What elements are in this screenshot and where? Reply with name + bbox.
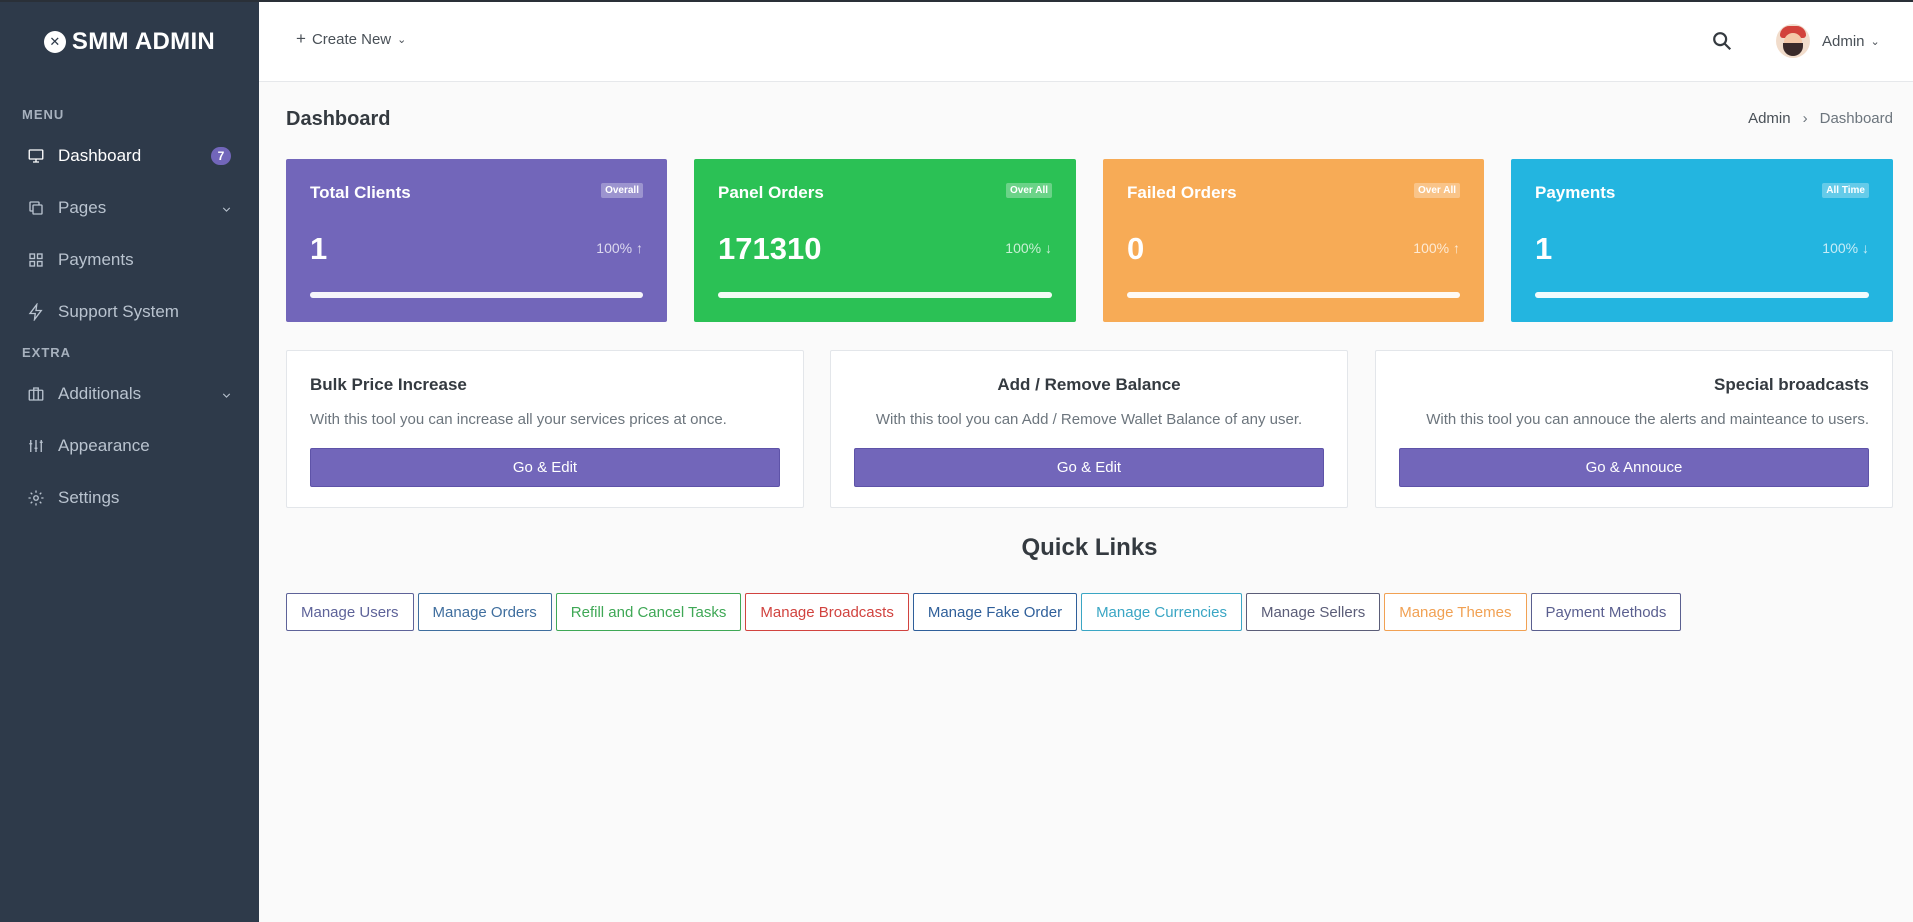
- menu-section-title: MENU: [22, 107, 65, 122]
- stat-card-percent: 100% ↑: [1413, 240, 1460, 256]
- sidebar-item-label: Dashboard: [58, 146, 142, 165]
- arrow-up-icon: ↑: [1453, 240, 1460, 256]
- create-new-dropdown[interactable]: + Create New ⌄: [296, 29, 406, 49]
- stat-card-value: 1: [310, 231, 328, 266]
- sidebar-item-pages[interactable]: Pages: [0, 182, 259, 234]
- chevron-down-icon: [220, 387, 233, 407]
- sidebar-item-label: Support System: [58, 302, 179, 321]
- copy-icon: [26, 198, 46, 218]
- stat-card-title: Failed Orders: [1127, 183, 1237, 202]
- briefcase-icon: [26, 384, 46, 404]
- breadcrumb-current: Dashboard: [1819, 110, 1893, 127]
- search-icon: [1713, 32, 1732, 51]
- breadcrumb-admin-link[interactable]: Admin: [1748, 110, 1791, 127]
- sidebar: ✕ SMM ADMIN MENU Dashboard 7 Pages Payme…: [0, 0, 259, 922]
- stat-card-value: 0: [1127, 231, 1145, 266]
- tool-card-description: With this tool you can Add / Remove Wall…: [875, 411, 1303, 428]
- stat-card-progress: [310, 292, 643, 298]
- brand[interactable]: ✕ SMM ADMIN: [0, 0, 259, 84]
- stat-card-percent: 100% ↑: [596, 240, 643, 256]
- sidebar-item-settings[interactable]: Settings: [0, 472, 259, 524]
- bulk-price-go-edit-button[interactable]: Go & Edit: [310, 448, 780, 487]
- stat-card-value: 171310: [718, 231, 822, 266]
- breadcrumb-separator-icon: ›: [1802, 110, 1808, 127]
- avatar: [1776, 24, 1810, 58]
- stat-card-progress: [1535, 292, 1869, 298]
- tool-card-broadcasts: Special broadcasts With this tool you ca…: [1375, 350, 1893, 508]
- topbar: + Create New ⌄ Admin ⌄: [259, 2, 1913, 82]
- chevron-down-icon: ⌄: [1870, 35, 1880, 48]
- quick-link-refill-and-cancel-tasks[interactable]: Refill and Cancel Tasks: [555, 593, 742, 631]
- stat-card-payments: Payments All Time 1 100% ↓: [1511, 159, 1893, 322]
- search-button[interactable]: [1711, 30, 1737, 56]
- stat-card-tag: Overall: [601, 183, 643, 198]
- user-menu[interactable]: Admin ⌄: [1776, 24, 1880, 58]
- grid-icon: [26, 250, 46, 270]
- arrow-up-icon: ↑: [636, 240, 643, 256]
- extra-section-title: EXTRA: [22, 345, 72, 360]
- quick-link-manage-fake-order[interactable]: Manage Fake Order: [912, 593, 1078, 631]
- sidebar-item-label: Payments: [58, 250, 134, 269]
- stat-card-failed-orders: Failed Orders Over All 0 100% ↑: [1103, 159, 1484, 322]
- quick-links-row: Manage Users Manage Orders Refill and Canc…: [286, 593, 1685, 631]
- plus-icon: +: [296, 29, 306, 48]
- sidebar-item-support-system[interactable]: Support System: [0, 286, 259, 338]
- tool-card-bulk-price: Bulk Price Increase With this tool you c…: [286, 350, 804, 508]
- page-title: Dashboard: [286, 108, 391, 130]
- sliders-icon: [26, 436, 46, 456]
- arrow-down-icon: ↓: [1045, 240, 1052, 256]
- quick-link-manage-sellers[interactable]: Manage Sellers: [1245, 593, 1381, 631]
- stat-card-progress: [718, 292, 1052, 298]
- brand-name: SMM ADMIN: [71, 28, 216, 55]
- quick-link-manage-users[interactable]: Manage Users: [286, 593, 414, 631]
- zap-icon: [26, 302, 46, 322]
- stat-card-title: Panel Orders: [718, 183, 824, 202]
- tool-card-title: Special broadcasts: [1714, 375, 1869, 394]
- dashboard-badge: 7: [211, 147, 231, 165]
- quick-link-payment-methods[interactable]: Payment Methods: [1530, 593, 1682, 631]
- sidebar-item-label: Pages: [58, 198, 107, 217]
- stat-card-total-clients: Total Clients Overall 1 100% ↑: [286, 159, 667, 322]
- sidebar-item-additionals[interactable]: Additionals: [0, 368, 259, 420]
- quick-links-title: Quick Links: [1021, 534, 1158, 561]
- stat-card-tag: All Time: [1822, 183, 1869, 198]
- tool-card-balance: Add / Remove Balance With this tool you …: [830, 350, 1348, 508]
- stat-card-tag: Over All: [1006, 183, 1052, 198]
- arrow-down-icon: ↓: [1862, 240, 1869, 256]
- balance-go-edit-button[interactable]: Go & Edit: [854, 448, 1324, 487]
- create-new-label: Create New: [311, 30, 392, 48]
- quick-link-manage-broadcasts[interactable]: Manage Broadcasts: [745, 593, 909, 631]
- sidebar-item-payments[interactable]: Payments: [0, 234, 259, 286]
- stat-card-panel-orders: Panel Orders Over All 171310 100% ↓: [694, 159, 1076, 322]
- stat-card-percent: 100% ↓: [1005, 240, 1052, 256]
- chevron-down-icon: [220, 201, 233, 221]
- sidebar-item-label: Appearance: [58, 436, 150, 455]
- stat-card-value: 1: [1535, 231, 1553, 266]
- tool-card-title: Bulk Price Increase: [310, 375, 467, 394]
- gear-icon: [26, 488, 46, 508]
- stat-card-progress: [1127, 292, 1460, 298]
- stat-card-title: Total Clients: [310, 183, 411, 202]
- sidebar-item-appearance[interactable]: Appearance: [0, 420, 259, 472]
- quick-link-manage-currencies[interactable]: Manage Currencies: [1081, 593, 1242, 631]
- tool-card-description: With this tool you can annouce the alert…: [1426, 411, 1869, 428]
- quick-link-manage-themes[interactable]: Manage Themes: [1384, 593, 1527, 631]
- tool-card-title: Add / Remove Balance: [997, 375, 1181, 394]
- breadcrumb: Admin › Dashboard: [1748, 110, 1893, 127]
- chevron-down-icon: ⌄: [397, 33, 407, 46]
- stat-card-tag: Over All: [1414, 183, 1460, 198]
- sidebar-item-dashboard[interactable]: Dashboard 7: [0, 130, 259, 182]
- user-name: Admin: [1822, 32, 1865, 50]
- stat-card-percent: 100% ↓: [1822, 240, 1869, 256]
- tool-card-description: With this tool you can increase all your…: [310, 411, 727, 428]
- stat-card-title: Payments: [1535, 183, 1616, 202]
- sidebar-item-label: Additionals: [58, 384, 142, 403]
- brand-logo-icon: ✕: [43, 31, 66, 53]
- sidebar-item-label: Settings: [58, 488, 120, 507]
- top-border: [0, 0, 1913, 2]
- quick-link-manage-orders[interactable]: Manage Orders: [417, 593, 552, 631]
- broadcast-go-announce-button[interactable]: Go & Annouce: [1399, 448, 1869, 487]
- monitor-icon: [26, 146, 46, 166]
